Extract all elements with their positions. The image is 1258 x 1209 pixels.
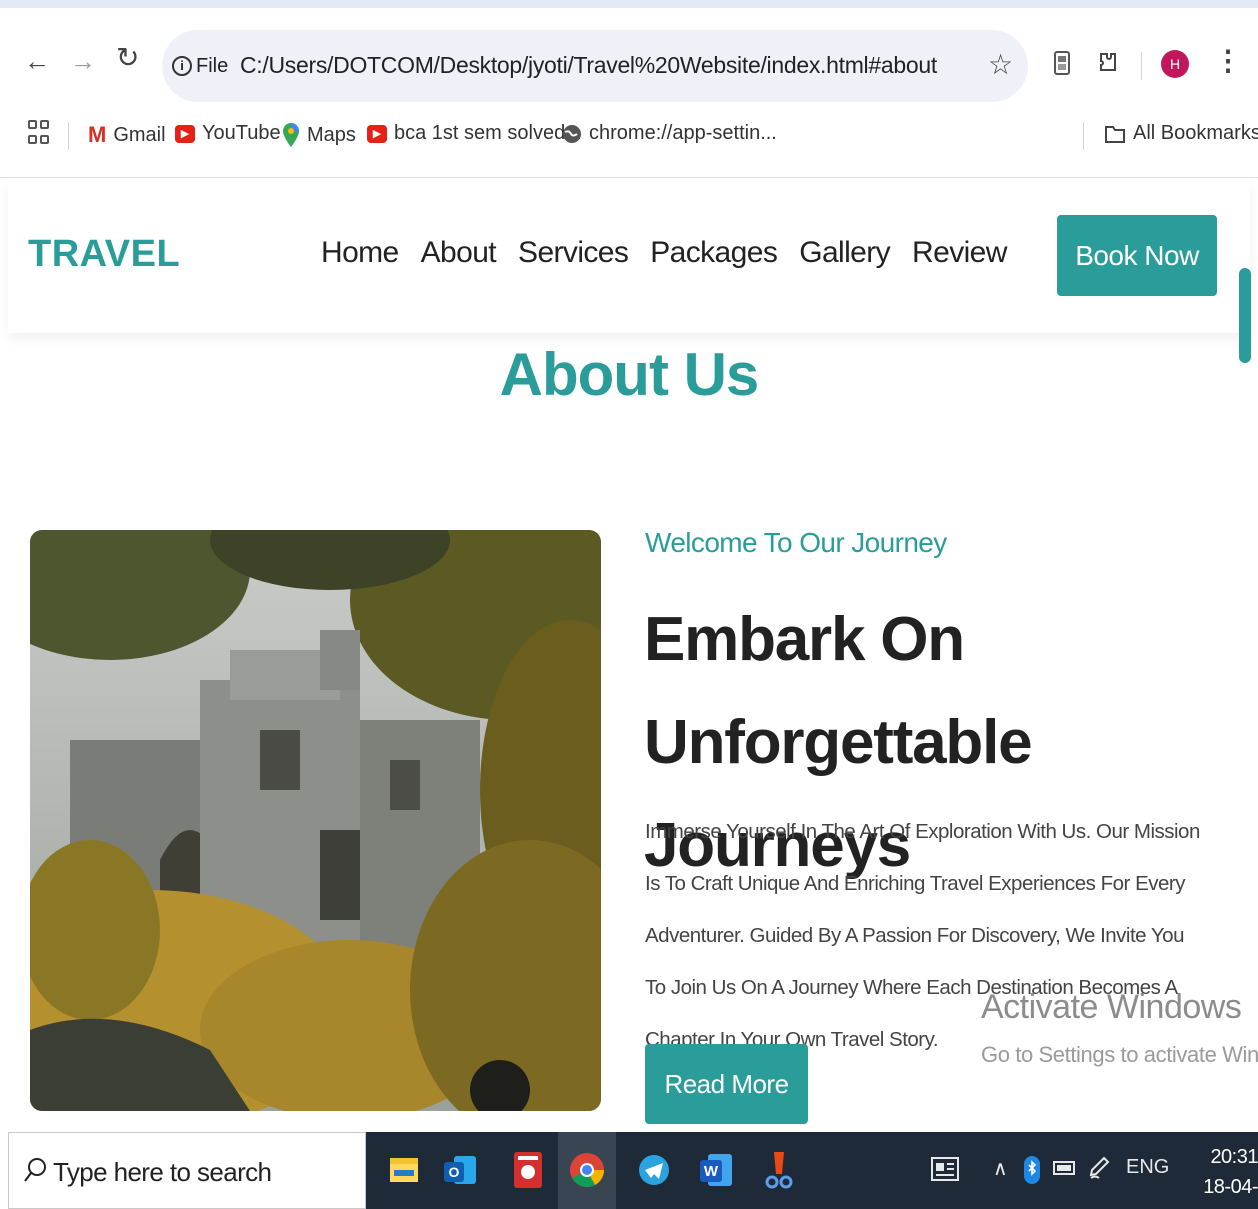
site-header: TRAVEL Home About Services Packages Gall… xyxy=(8,178,1250,333)
about-paragraph: Immerse Yourself In The Art Of Explorati… xyxy=(645,820,1200,1051)
activate-windows-title: Activate Windows xyxy=(981,988,1242,1026)
chevron-up-icon[interactable]: ∧ xyxy=(993,1156,1008,1181)
profile-avatar[interactable]: H xyxy=(1161,50,1189,78)
nav-about[interactable]: About xyxy=(421,236,497,270)
info-icon: i xyxy=(172,56,192,76)
network-icon[interactable] xyxy=(1052,1156,1076,1184)
extensions-icon[interactable] xyxy=(1095,50,1119,83)
browser-toolbar: ← → ↻ i File C:/Users/DOTCOM/Desktop/jyo… xyxy=(0,8,1258,110)
bookmark-app-settings[interactable]: chrome://app-settin... xyxy=(562,122,777,145)
folder-icon xyxy=(1105,125,1125,143)
maps-icon xyxy=(283,123,299,147)
language-indicator[interactable]: ENG xyxy=(1126,1156,1169,1179)
about-heading-line-1: Embark On Unforgettable xyxy=(644,605,1033,777)
bookmark-bca-solved[interactable]: ▶ bca 1st sem solved... xyxy=(367,122,582,145)
bookmark-gmail[interactable]: M Gmail xyxy=(88,122,166,148)
search-icon xyxy=(23,1157,47,1190)
svg-text:W: W xyxy=(704,1163,719,1180)
sidebar-panel-icon[interactable] xyxy=(1053,50,1071,83)
bookmark-star-icon[interactable]: ☆ xyxy=(988,48,1013,81)
url-text[interactable]: C:/Users/DOTCOM/Desktop/jyoti/Travel%20W… xyxy=(240,52,937,79)
bookmark-label: YouTube xyxy=(202,122,281,144)
section-title: About Us xyxy=(499,341,760,408)
bookmarks-divider xyxy=(68,122,69,150)
bluetooth-icon[interactable] xyxy=(1024,1156,1040,1190)
bookmarks-bar: M Gmail ▶ YouTube Maps ▶ bca 1st sem sol… xyxy=(0,110,1258,178)
nav-home[interactable]: Home xyxy=(321,236,399,270)
gmail-icon: M xyxy=(88,122,107,147)
bookmark-label: Gmail xyxy=(113,123,166,146)
snipping-tool-icon[interactable] xyxy=(756,1148,800,1192)
all-bookmarks-label: All Bookmarks xyxy=(1133,122,1258,144)
file-explorer-icon[interactable] xyxy=(382,1148,426,1192)
bookmarks-divider xyxy=(1083,122,1084,150)
main-nav: Home About Services Packages Gallery Rev… xyxy=(321,236,1007,270)
clock-date: 18-04-2025 xyxy=(1203,1176,1258,1209)
forward-arrow-icon[interactable]: → xyxy=(70,48,96,74)
bookmark-label: bca 1st sem solved... xyxy=(394,122,582,144)
about-photo xyxy=(30,530,601,1111)
bookmark-youtube[interactable]: ▶ YouTube xyxy=(175,122,281,145)
news-widget-icon[interactable] xyxy=(930,1156,960,1188)
about-subtitle: Welcome To Our Journey xyxy=(645,527,947,558)
taskbar-clock[interactable]: 20:31 18-04-2025 xyxy=(1172,1142,1258,1209)
nav-services[interactable]: Services xyxy=(518,236,629,270)
window-top-strip xyxy=(0,0,1258,8)
url-scheme-label: File xyxy=(196,54,229,77)
activate-windows-subtitle: Go to Settings to activate Windows. xyxy=(981,1042,1258,1067)
bookmark-label: Maps xyxy=(307,123,356,146)
site-logo[interactable]: TRAVEL xyxy=(28,233,180,276)
youtube-icon: ▶ xyxy=(367,124,387,143)
address-bar[interactable]: i File C:/Users/DOTCOM/Desktop/jyoti/Tra… xyxy=(162,30,1028,102)
papers-app-icon[interactable] xyxy=(506,1148,550,1192)
browser-menu-icon[interactable]: ⋮ xyxy=(1214,44,1242,77)
bookmark-maps[interactable]: Maps xyxy=(282,122,356,148)
telegram-icon[interactable] xyxy=(632,1148,676,1192)
taskbar-search[interactable]: Type here to search xyxy=(8,1132,366,1209)
reload-icon[interactable]: ↻ xyxy=(116,44,139,72)
toolbar-divider xyxy=(1141,52,1142,80)
apps-grid-icon[interactable] xyxy=(28,120,50,146)
search-placeholder: Type here to search xyxy=(53,1157,272,1187)
screen: ← → ↻ i File C:/Users/DOTCOM/Desktop/jyo… xyxy=(0,0,1258,1209)
youtube-icon: ▶ xyxy=(175,124,195,143)
back-arrow-icon[interactable]: ← xyxy=(24,48,50,74)
globe-icon xyxy=(563,124,581,143)
word-icon[interactable]: W xyxy=(694,1148,738,1192)
site-info-chip[interactable]: i File xyxy=(172,52,228,80)
chrome-icon[interactable] xyxy=(565,1148,609,1192)
pen-icon[interactable] xyxy=(1088,1156,1110,1188)
read-more-button[interactable]: Read More xyxy=(645,1044,808,1124)
windows-taskbar: Type here to search O W ∧ ENG 20:31 18-0… xyxy=(8,1132,1258,1209)
clock-time: 20:31 xyxy=(1210,1146,1258,1168)
outlook-icon[interactable]: O xyxy=(438,1148,482,1192)
nav-packages[interactable]: Packages xyxy=(650,236,778,270)
nav-review[interactable]: Review xyxy=(912,236,1007,270)
svg-text:O: O xyxy=(449,1164,460,1180)
nav-gallery[interactable]: Gallery xyxy=(799,236,890,270)
book-now-button[interactable]: Book Now xyxy=(1057,215,1217,296)
bookmark-label: chrome://app-settin... xyxy=(589,122,777,144)
all-bookmarks-button[interactable]: All Bookmarks xyxy=(1104,122,1258,145)
